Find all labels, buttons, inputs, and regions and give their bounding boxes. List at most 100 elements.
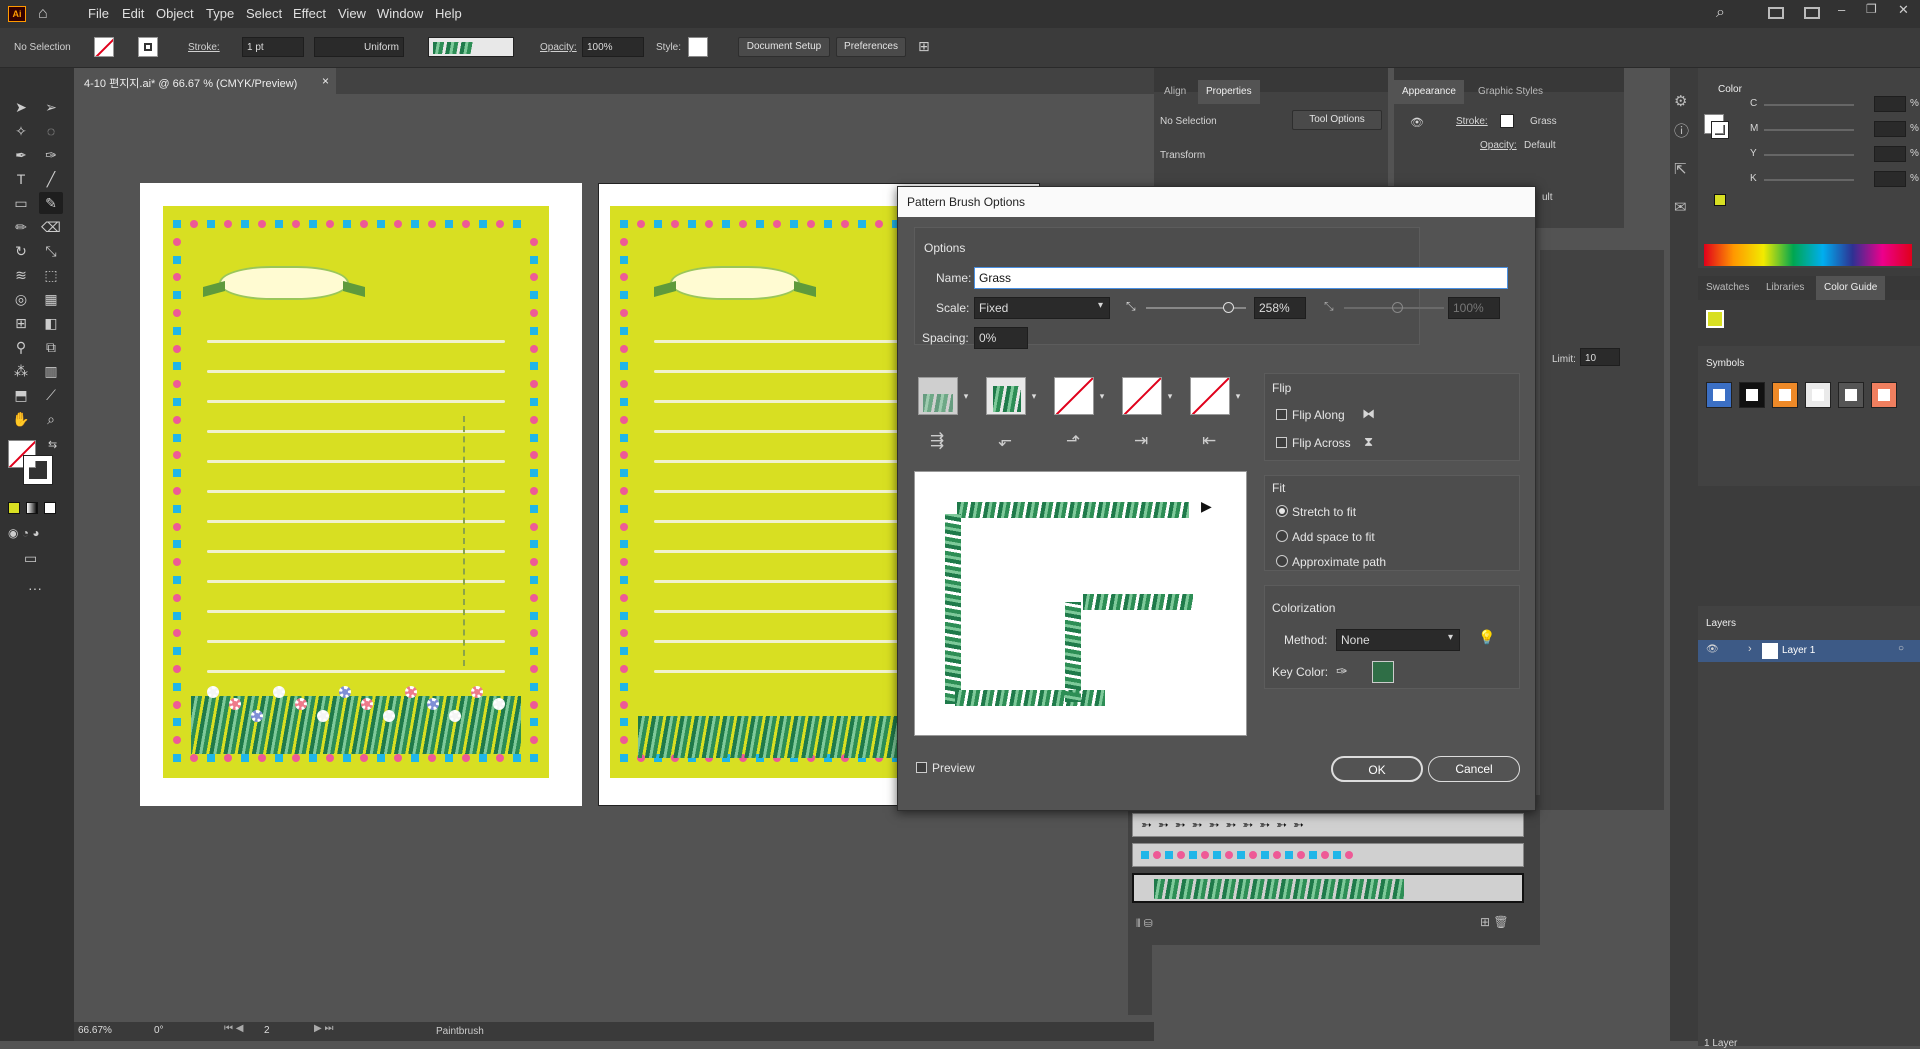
new-brush-icon[interactable]: ⊞ 🗑 <box>1480 915 1509 929</box>
brush-library-icon[interactable]: ⫴ ⛁ <box>1136 917 1153 931</box>
opacity-attribute-label[interactable]: Opacity: <box>1480 140 1517 151</box>
ok-button[interactable]: OK <box>1331 756 1423 782</box>
brush-definition-dropdown[interactable] <box>428 37 514 57</box>
stroke-color-icon[interactable] <box>23 455 53 485</box>
color-spectrum[interactable] <box>1704 244 1912 266</box>
stroke-attribute-label[interactable]: Stroke: <box>1456 116 1488 127</box>
color-guide-base-swatch[interactable] <box>1706 310 1724 328</box>
eraser-tool-icon[interactable]: ⌫ <box>39 216 63 238</box>
arrange-icon[interactable]: ⊞ <box>918 38 930 55</box>
perspective-grid-tool-icon[interactable]: ▦ <box>39 288 63 310</box>
none-mode-icon[interactable] <box>44 502 56 514</box>
menu-edit[interactable]: Edit <box>122 6 144 21</box>
warp-tool-icon[interactable]: ≋ <box>9 264 33 286</box>
artboard-tool-icon[interactable]: ⬒ <box>9 384 33 406</box>
properties-dock-icon[interactable]: ⚙ <box>1674 92 1687 110</box>
end-tile[interactable] <box>1190 377 1230 415</box>
close-icon[interactable]: ✕ <box>1898 2 1909 18</box>
flip-across-label[interactable]: Flip Across <box>1292 436 1351 450</box>
curvature-tool-icon[interactable]: ✑ <box>39 144 63 166</box>
fit-add-space-radio[interactable] <box>1276 530 1288 542</box>
artboard-nav-icon[interactable]: ⏮ ◀ <box>224 1023 243 1034</box>
key-color-swatch[interactable] <box>1372 661 1394 683</box>
brush-grass[interactable] <box>1132 873 1524 903</box>
rectangle-tool-icon[interactable]: ▭ <box>9 192 33 214</box>
more-tools-icon[interactable]: ··· <box>28 580 42 596</box>
artboard-next-icon[interactable]: ▶ ⏭ <box>314 1023 333 1034</box>
layer-visibility-icon[interactable]: 👁 <box>1706 644 1719 655</box>
fill-indicator-icon[interactable] <box>1711 121 1729 139</box>
fit-add-space-label[interactable]: Add space to fit <box>1292 530 1375 544</box>
menu-select[interactable]: Select <box>246 6 282 21</box>
minimize-icon[interactable]: – <box>1838 2 1845 17</box>
home-icon[interactable]: ⌂ <box>38 5 48 23</box>
scale-mode-select[interactable]: Fixed <box>974 297 1110 319</box>
line-tool-icon[interactable]: ╱ <box>39 168 63 190</box>
artboard-number-field[interactable]: 2 <box>264 1025 270 1036</box>
document-tab[interactable]: 4-10 편지지.ai* @ 66.67 % (CMYK/Preview) × <box>74 68 1154 94</box>
pencil-tool-icon[interactable]: ✏ <box>9 216 33 238</box>
fit-approximate-label[interactable]: Approximate path <box>1292 555 1386 569</box>
swap-icon[interactable]: ⇆ <box>48 438 57 451</box>
outer-corner-dropdown-icon[interactable]: ▾ <box>1028 377 1040 415</box>
layer-expand-icon[interactable]: › <box>1748 643 1752 655</box>
yellow-swatch[interactable] <box>1714 194 1726 206</box>
tab-swatches[interactable]: Swatches <box>1698 276 1757 300</box>
variable-width-profile[interactable]: Uniform <box>314 37 404 57</box>
direct-selection-tool-icon[interactable]: ➢ <box>39 96 63 118</box>
menu-type[interactable]: Type <box>206 6 234 21</box>
limit-field[interactable]: 10 <box>1580 348 1620 366</box>
pen-tool-icon[interactable]: ✒ <box>9 144 33 166</box>
tab-color-guide[interactable]: Color Guide <box>1816 276 1886 300</box>
drawing-mode-icon[interactable]: ◉ ◔ ◕ <box>8 526 40 540</box>
preview-label[interactable]: Preview <box>932 761 975 775</box>
menu-effect[interactable]: Effect <box>293 6 326 21</box>
rotate-tool-icon[interactable]: ↻ <box>9 240 33 262</box>
export-dock-icon[interactable]: ⇱ <box>1674 160 1687 178</box>
eyedropper-tool-icon[interactable]: ⚲ <box>9 336 33 358</box>
fit-stretch-radio[interactable] <box>1276 505 1288 517</box>
stroke-color-chip[interactable] <box>1500 114 1514 128</box>
spacing-field[interactable]: 0% <box>974 327 1028 349</box>
tab-libraries[interactable]: Libraries <box>1758 276 1812 300</box>
menu-file[interactable]: File <box>88 6 109 21</box>
layer-target-icon[interactable]: ○ <box>1898 643 1904 654</box>
inner-corner-dropdown-icon[interactable]: ▾ <box>1096 377 1108 415</box>
flip-across-checkbox[interactable] <box>1276 437 1287 448</box>
start-tile[interactable] <box>1122 377 1162 415</box>
screen-mode-icon[interactable]: ▭ <box>24 550 37 567</box>
tab-align[interactable]: Align <box>1156 80 1194 104</box>
zoom-field[interactable]: 66.67% <box>78 1025 112 1036</box>
menu-object[interactable]: Object <box>156 6 194 21</box>
arrange-documents-icon[interactable] <box>1768 7 1784 19</box>
artboard-1[interactable] <box>140 183 582 806</box>
brush-dots[interactable] <box>1132 843 1524 867</box>
preferences-button[interactable]: Preferences <box>836 37 906 57</box>
end-tile-dropdown-icon[interactable]: ▾ <box>1232 377 1244 415</box>
method-select[interactable]: None <box>1336 629 1460 651</box>
blend-tool-icon[interactable]: ⧉ <box>39 336 63 358</box>
free-transform-tool-icon[interactable]: ⬚ <box>39 264 63 286</box>
fill-swatch[interactable] <box>94 37 114 57</box>
outer-corner-tile[interactable] <box>986 377 1026 415</box>
tab-graphic-styles[interactable]: Graphic Styles <box>1470 80 1551 104</box>
name-input[interactable] <box>974 267 1508 289</box>
close-tab-icon[interactable]: × <box>322 74 329 88</box>
shape-builder-tool-icon[interactable]: ◎ <box>9 288 33 310</box>
opacity-field[interactable]: 100% <box>582 37 644 57</box>
tips-bulb-icon[interactable]: 💡 <box>1478 629 1495 646</box>
comments-dock-icon[interactable]: ✉ <box>1674 198 1687 216</box>
cancel-button[interactable]: Cancel <box>1428 756 1520 782</box>
tool-options-button[interactable]: Tool Options <box>1292 110 1382 130</box>
menu-view[interactable]: View <box>338 6 366 21</box>
type-tool-icon[interactable]: T <box>9 168 33 190</box>
magic-wand-tool-icon[interactable]: ✧ <box>9 120 33 142</box>
style-swatch[interactable] <box>688 37 708 57</box>
restore-icon[interactable]: ❐ <box>1866 2 1877 16</box>
scale-tool-icon[interactable]: ⤡ <box>39 240 63 262</box>
gradient-mode-icon[interactable] <box>26 502 38 514</box>
eyedropper-icon[interactable]: ✑ <box>1336 663 1348 680</box>
lasso-tool-icon[interactable]: ◌ <box>39 120 63 142</box>
mesh-tool-icon[interactable]: ⊞ <box>9 312 33 334</box>
document-setup-button[interactable]: Document Setup <box>738 37 830 57</box>
